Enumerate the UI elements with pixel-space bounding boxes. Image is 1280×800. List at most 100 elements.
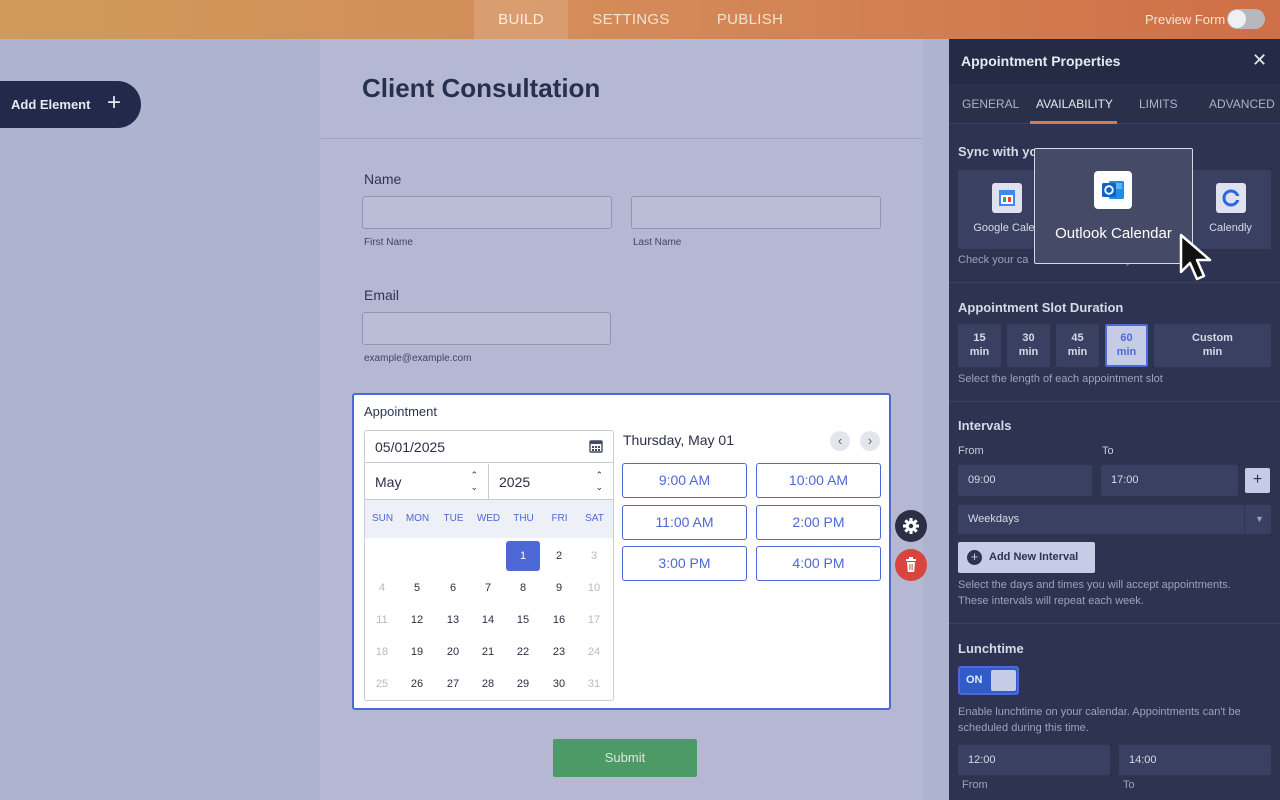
sync-help: Check your ca [958, 254, 1029, 266]
interval-to-input[interactable]: 17:00 [1101, 465, 1238, 496]
duration-title: Appointment Slot Duration [958, 300, 1124, 315]
calendar-day[interactable]: 22 [506, 637, 540, 667]
duration-value: 30 [1022, 332, 1035, 344]
duration-30-button[interactable]: 30 min [1007, 324, 1050, 367]
calendar-day[interactable]: 7 [471, 573, 505, 603]
calendar-day[interactable]: 28 [471, 669, 505, 699]
calendar-day[interactable]: 30 [542, 669, 576, 699]
add-time-button[interactable]: + [1245, 468, 1270, 493]
outlook-calendar-card[interactable]: Outlook Calendar [1034, 148, 1193, 264]
tab-limits[interactable]: LIMITS [1139, 97, 1178, 111]
calendar-day[interactable]: 1 [506, 541, 540, 571]
duration-value: 15 [973, 332, 986, 344]
appointment-label: Appointment [364, 404, 437, 419]
duration-custom-button[interactable]: Custom min [1154, 324, 1271, 367]
spinner-icon[interactable]: ⌃ ⌄ [470, 469, 478, 493]
divider [1244, 505, 1245, 534]
outlook-calendar-label: Outlook Calendar [1055, 225, 1172, 242]
appointment-field[interactable]: Appointment 05/01/2025 May ⌃ ⌄ 2025 ⌃ ⌄ SU… [352, 393, 891, 710]
date-value: 05/01/2025 [375, 439, 446, 455]
calendar-day[interactable]: 21 [471, 637, 505, 667]
calendar-day[interactable]: 14 [471, 605, 505, 635]
calendar-day[interactable]: 15 [506, 605, 540, 635]
calendar-day[interactable]: 11 [365, 605, 399, 635]
date-input[interactable]: 05/01/2025 [365, 431, 613, 463]
gear-icon [903, 518, 919, 534]
lunch-from-input[interactable]: 12:00 [958, 745, 1110, 775]
lunchtime-toggle[interactable]: ON [958, 666, 1019, 695]
mouse-pointer-icon [1179, 233, 1212, 281]
active-tab-indicator [1030, 121, 1117, 124]
calendar-day[interactable]: 20 [436, 637, 470, 667]
month-select[interactable]: May ⌃ ⌄ [365, 464, 489, 500]
intervals-help-line1: Select the days and times you will accep… [958, 579, 1231, 591]
calendar-day[interactable]: 10 [577, 573, 611, 603]
to-label: To [1102, 445, 1114, 457]
add-new-interval-button[interactable]: + Add New Interval [958, 542, 1095, 573]
calendar-day[interactable]: 19 [400, 637, 434, 667]
calendar-day[interactable]: 13 [436, 605, 470, 635]
tab-settings[interactable]: SETTINGS [580, 0, 682, 39]
tab-publish[interactable]: PUBLISH [706, 0, 794, 39]
next-day-button[interactable]: › [860, 431, 880, 451]
field-delete-button[interactable] [895, 549, 927, 581]
panel-title: Appointment Properties [961, 53, 1121, 69]
calendar-day[interactable]: 26 [400, 669, 434, 699]
calendar-day[interactable]: 12 [400, 605, 434, 635]
add-element-button[interactable]: Add Element + [0, 81, 141, 128]
calendar-day[interactable]: 16 [542, 605, 576, 635]
calendar-day[interactable]: 25 [365, 669, 399, 699]
duration-60-button[interactable]: 60 min [1105, 324, 1148, 367]
time-slot[interactable]: 4:00 PM [756, 546, 881, 581]
time-slot[interactable]: 10:00 AM [756, 463, 881, 498]
first-name-input[interactable] [362, 196, 612, 229]
time-slot[interactable]: 3:00 PM [622, 546, 747, 581]
preview-form-label: Preview Form [1145, 12, 1226, 27]
time-slot[interactable]: 11:00 AM [622, 505, 747, 540]
tab-build[interactable]: BUILD [474, 0, 568, 39]
tab-general[interactable]: GENERAL [962, 97, 1019, 111]
time-slot[interactable]: 2:00 PM [756, 505, 881, 540]
spinner-icon[interactable]: ⌃ ⌄ [595, 469, 603, 493]
tab-advanced[interactable]: ADVANCED [1209, 97, 1275, 111]
calendar-day[interactable]: 27 [436, 669, 470, 699]
calendar-day[interactable]: 31 [577, 669, 611, 699]
prev-day-button[interactable]: ‹ [830, 431, 850, 451]
calendar-day[interactable]: 6 [436, 573, 470, 603]
time-slot[interactable]: 9:00 AM [622, 463, 747, 498]
calendar-day[interactable]: 17 [577, 605, 611, 635]
calendar-icon[interactable] [589, 439, 603, 453]
tab-availability[interactable]: AVAILABILITY [1036, 97, 1113, 111]
calendar-day[interactable]: 5 [400, 573, 434, 603]
weekday-label: FRI [551, 513, 568, 524]
lunch-to-input[interactable]: 14:00 [1119, 745, 1271, 775]
email-input[interactable] [362, 312, 611, 345]
selected-date-heading: Thursday, May 01 [623, 432, 735, 448]
year-select[interactable]: 2025 ⌃ ⌄ [489, 464, 613, 500]
calendar-day[interactable]: 9 [542, 573, 576, 603]
divider [949, 401, 1280, 402]
calendar-day[interactable]: 2 [542, 541, 576, 571]
from-label: From [958, 445, 984, 457]
calendar-day[interactable]: 24 [577, 637, 611, 667]
calendar-day[interactable]: 3 [577, 541, 611, 571]
duration-15-button[interactable]: 15 min [958, 324, 1001, 367]
duration-45-button[interactable]: 45 min [1056, 324, 1099, 367]
last-name-input[interactable] [631, 196, 881, 229]
interval-from-input[interactable]: 09:00 [958, 465, 1092, 496]
calendar-day[interactable]: 18 [365, 637, 399, 667]
close-icon[interactable]: ✕ [1252, 50, 1267, 71]
calendar-day[interactable]: 29 [506, 669, 540, 699]
field-settings-button[interactable] [895, 510, 927, 542]
calendar-day[interactable]: 8 [506, 573, 540, 603]
duration-unit: min [1067, 346, 1088, 358]
preview-form-toggle[interactable] [1227, 9, 1265, 29]
calendar-day[interactable]: 4 [365, 573, 399, 603]
days-select[interactable]: Weekdays ▼ [958, 505, 1271, 534]
toggle-on-label: ON [966, 674, 983, 686]
weekday-header: SUN MON TUE WED THU FRI SAT [365, 500, 613, 538]
submit-button[interactable]: Submit [553, 739, 697, 777]
form-title[interactable]: Client Consultation [362, 73, 600, 104]
lunch-from-label: From [962, 779, 988, 791]
calendar-day[interactable]: 23 [542, 637, 576, 667]
